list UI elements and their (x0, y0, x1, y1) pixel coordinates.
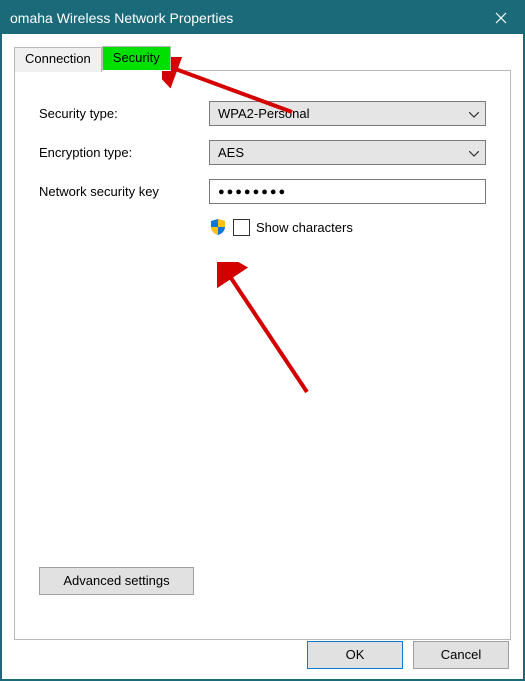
network-key-value: ●●●●●●●● (218, 186, 287, 198)
security-type-label: Security type: (39, 106, 209, 121)
cancel-button[interactable]: Cancel (413, 641, 509, 669)
shield-icon (209, 218, 227, 236)
advanced-settings-button[interactable]: Advanced settings (39, 567, 194, 595)
close-button[interactable] (479, 2, 523, 34)
tab-connection[interactable]: Connection (14, 47, 102, 72)
tab-security[interactable]: Security (102, 46, 171, 71)
window-title: omaha Wireless Network Properties (10, 10, 479, 26)
chevron-down-icon (469, 145, 479, 160)
security-type-select[interactable]: WPA2-Personal (209, 101, 486, 126)
security-type-value: WPA2-Personal (218, 106, 310, 121)
security-panel: Security type: WPA2-Personal Encryption … (14, 70, 511, 640)
encryption-type-select[interactable]: AES (209, 140, 486, 165)
network-key-label: Network security key (39, 184, 209, 199)
titlebar: omaha Wireless Network Properties (2, 2, 523, 34)
encryption-type-label: Encryption type: (39, 145, 209, 160)
show-characters-label: Show characters (256, 220, 353, 235)
encryption-type-value: AES (218, 145, 244, 160)
ok-button[interactable]: OK (307, 641, 403, 669)
show-characters-checkbox[interactable] (233, 219, 250, 236)
chevron-down-icon (469, 106, 479, 121)
network-key-input[interactable]: ●●●●●●●● (209, 179, 486, 204)
close-icon (495, 12, 507, 24)
